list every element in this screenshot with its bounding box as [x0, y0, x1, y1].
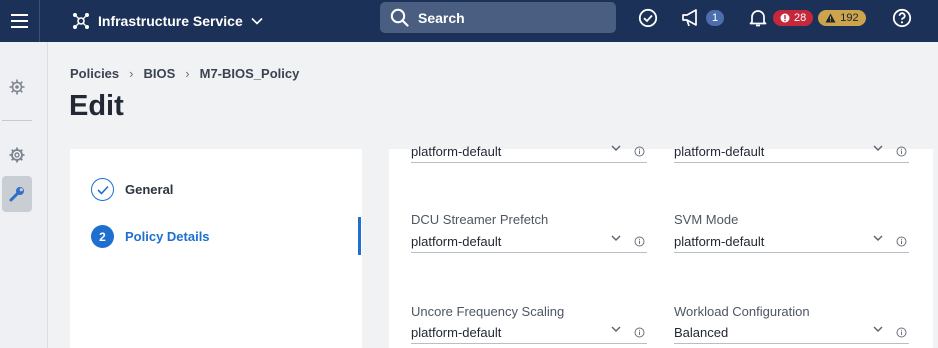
search-icon — [390, 8, 409, 27]
check-circle-icon[interactable] — [638, 8, 658, 28]
breadcrumb-policy: M7-BIOS_Policy — [199, 66, 300, 81]
service-selector[interactable]: Infrastructure Service — [72, 12, 263, 30]
step-policy-details-label: Policy Details — [125, 229, 210, 244]
step-general[interactable]: General — [91, 178, 173, 201]
dcu-streamer-prefetch-label: DCU Streamer Prefetch — [411, 212, 549, 227]
rail-divider — [2, 120, 32, 121]
info-icon[interactable] — [634, 327, 645, 338]
announcements-badge: 1 — [706, 10, 725, 26]
bell-icon — [749, 10, 767, 27]
workload-configuration-label: Workload Configuration — [674, 304, 810, 319]
wrench-icon[interactable] — [2, 176, 32, 212]
info-icon[interactable] — [634, 146, 645, 157]
dcu-streamer-prefetch-select[interactable]: platform-default — [411, 231, 647, 253]
workload-configuration-select[interactable]: Balanced — [674, 322, 909, 344]
alert-icon — [780, 13, 790, 23]
info-icon[interactable] — [896, 327, 907, 338]
announcements[interactable]: 1 — [681, 8, 725, 28]
critical-alarms-count: 28 — [794, 12, 807, 24]
active-step-indicator — [358, 217, 361, 255]
breadcrumb-bios[interactable]: BIOS — [143, 66, 175, 81]
breadcrumb-separator: › — [129, 66, 134, 81]
step-number: 2 — [91, 225, 114, 248]
breadcrumb-separator: › — [185, 66, 190, 81]
top-bar: Infrastructure Service Search 1 28 192 — [0, 0, 938, 42]
select-value: platform-default — [411, 144, 502, 159]
info-icon[interactable] — [896, 146, 907, 157]
gear-icon[interactable] — [2, 72, 32, 102]
select-value: platform-default — [674, 234, 765, 249]
help-icon[interactable] — [892, 8, 912, 28]
breadcrumb-policies[interactable]: Policies — [70, 66, 119, 81]
warning-alarms-count: 192 — [840, 12, 859, 24]
chevron-down-icon — [611, 235, 621, 241]
info-icon[interactable] — [634, 236, 645, 247]
step-policy-details[interactable]: 2 Policy Details — [91, 225, 210, 248]
chevron-down-icon — [873, 145, 883, 151]
chevron-down-icon — [611, 326, 621, 332]
check-icon — [91, 178, 114, 201]
select-value: platform-default — [411, 234, 502, 249]
policy-details-form: platform-default platform-default DCU St… — [389, 144, 933, 348]
page-title: Edit — [69, 90, 124, 122]
megaphone-icon — [682, 9, 697, 27]
search-input[interactable]: Search — [380, 2, 616, 33]
breadcrumb: Policies › BIOS › M7-BIOS_Policy — [70, 66, 299, 81]
select-field[interactable]: platform-default — [674, 141, 909, 163]
menu-icon[interactable] — [0, 0, 40, 42]
alarms[interactable]: 28 192 — [748, 8, 866, 28]
wizard-steps: General 2 Policy Details — [70, 149, 362, 348]
step-general-label: General — [125, 182, 174, 197]
settings-gear-icon[interactable] — [2, 140, 32, 170]
chevron-down-icon — [873, 235, 883, 241]
warning-alarms-badge: 192 — [818, 10, 866, 26]
critical-alarms-badge: 28 — [773, 10, 814, 26]
service-label: Infrastructure Service — [98, 13, 243, 29]
uncore-frequency-scaling-select[interactable]: platform-default — [411, 322, 647, 344]
chevron-down-icon — [251, 17, 263, 25]
chevron-down-icon — [873, 326, 883, 332]
select-field[interactable]: platform-default — [411, 141, 647, 163]
info-icon[interactable] — [896, 236, 907, 247]
service-icon — [73, 13, 89, 29]
select-value: platform-default — [674, 144, 765, 159]
warning-icon — [825, 13, 836, 23]
left-rail — [0, 42, 48, 348]
svm-mode-select[interactable]: platform-default — [674, 231, 909, 253]
svm-mode-label: SVM Mode — [674, 212, 739, 227]
select-value: platform-default — [411, 325, 502, 340]
select-value: Balanced — [674, 325, 729, 340]
chevron-down-icon — [611, 145, 621, 151]
uncore-frequency-scaling-label: Uncore Frequency Scaling — [411, 304, 565, 319]
search-placeholder: Search — [418, 9, 465, 26]
